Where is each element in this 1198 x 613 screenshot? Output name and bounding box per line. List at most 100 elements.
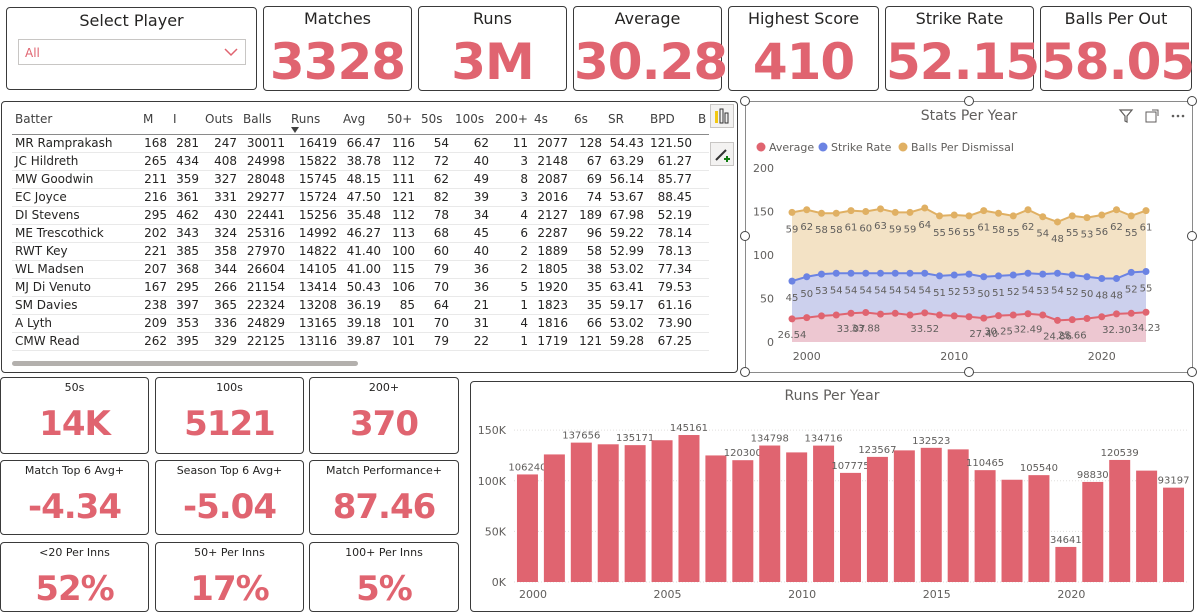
col-header-balls[interactable]: Balls [240, 104, 288, 135]
resize-handle[interactable] [740, 96, 750, 106]
kpi-value: 370 [350, 404, 419, 444]
col-header-b[interactable]: B [694, 104, 710, 135]
data-point [1142, 268, 1150, 276]
table-row[interactable]: SM Davies 238 397 365 22324 13208 36.19 85 64 21 1… [12, 296, 710, 315]
resize-handle[interactable] [1187, 96, 1197, 106]
table-cell: 100 [384, 242, 418, 261]
stats-per-year-chart[interactable]: Stats Per Year Average Strike Rate Balls P… [745, 101, 1193, 373]
filter-icon[interactable] [1118, 108, 1134, 124]
bpd-data-label: 61 [845, 223, 858, 234]
table-cell [694, 188, 710, 207]
table-row[interactable]: MJ Di Venuto 167 295 266 21154 13414 50.43 106 7… [12, 278, 710, 297]
kpi-value: 52% [35, 569, 114, 609]
data-point [950, 271, 958, 279]
table-cell [694, 152, 710, 171]
data-point [1127, 212, 1135, 220]
runs-per-year-chart[interactable]: Runs Per Year 0K 50K 100K 150K 106240 137656 1… [470, 381, 1194, 612]
table-row[interactable]: A Lyth 209 353 336 24829 13165 39.18 101 70 31 4 18… [12, 314, 710, 333]
col-header-50s[interactable]: 50s [418, 104, 452, 135]
table-cell: 11 [492, 134, 531, 153]
avg-data-label: 25.66 [1058, 331, 1087, 342]
data-point [1039, 213, 1047, 221]
table-cell: 36 [452, 260, 492, 279]
data-point [1142, 207, 1150, 215]
col-header-runs[interactable]: Runs [288, 104, 340, 135]
resize-handle[interactable] [740, 231, 750, 241]
kpi-title: Season Top 6 Avg+ [176, 464, 283, 477]
table-cell: 30011 [240, 134, 288, 153]
resize-handle[interactable] [1187, 231, 1197, 241]
table-cell: 22 [452, 332, 492, 351]
table-cell: 4 [492, 314, 531, 333]
paint-brush-icon [715, 149, 730, 162]
col-header-i[interactable]: I [170, 104, 202, 135]
kpi-title: 100s [216, 381, 243, 394]
table-row[interactable]: MR Ramprakash 168 281 247 30011 16419 66.47 116… [12, 134, 710, 153]
bar-data-label: 93197 [1158, 476, 1190, 487]
col-header-m[interactable]: M [140, 104, 170, 135]
table-row[interactable]: CMW Read 262 395 329 22125 13116 39.87 101 79 22 1… [12, 332, 710, 351]
table-row[interactable]: MW Goodwin 211 359 327 28048 15745 48.15 111 62 4… [12, 170, 710, 189]
table-cell: 106 [384, 278, 418, 297]
data-point [965, 270, 973, 278]
bar [920, 447, 942, 582]
col-header-100s[interactable]: 100s [452, 104, 492, 135]
bpd-data-label: 64 [918, 220, 931, 231]
table-cell: 22125 [240, 332, 288, 351]
resize-handle[interactable] [740, 367, 750, 377]
data-point [1113, 206, 1120, 214]
data-point [936, 311, 943, 319]
kpi-season-top6-avg: Season Top 6 Avg+ -5.04 [155, 460, 304, 535]
col-header-200plus[interactable]: 200+ [492, 104, 531, 135]
data-point [1083, 214, 1091, 222]
table-cell: 47.50 [340, 188, 384, 207]
table-row[interactable]: RWT Key 221 385 358 27970 14822 41.40 100 60 40 2 1… [12, 242, 710, 261]
col-header-sr[interactable]: SR [604, 104, 647, 135]
table-cell: 22441 [240, 206, 288, 225]
table-cell: 2 [492, 260, 531, 279]
kpi-value: -4.34 [28, 487, 122, 527]
table-cell: 29277 [240, 188, 288, 207]
sort-desc-icon [291, 126, 299, 133]
col-header-batter[interactable]: Batter [12, 104, 140, 135]
player-dropdown[interactable]: All [18, 39, 246, 65]
batter-name-cell: JC Hildreth [12, 152, 140, 171]
table-cell: 22324 [240, 296, 288, 315]
table-row[interactable]: ME Trescothick 202 343 324 25316 14992 46.27 11… [12, 224, 710, 243]
col-header-50plus[interactable]: 50+ [384, 104, 418, 135]
col-header-4s[interactable]: 4s [530, 104, 571, 135]
table-cell: 31 [452, 314, 492, 333]
table-cell: 67 [570, 152, 605, 171]
table-visual-button[interactable] [710, 104, 734, 128]
data-point [818, 270, 825, 278]
resize-handle[interactable] [1187, 367, 1197, 377]
format-visual-button[interactable] [710, 142, 734, 166]
data-point [1054, 218, 1061, 226]
table-cell [694, 278, 710, 297]
col-header-outs[interactable]: Outs [202, 104, 240, 135]
sr-data-label: 53 [963, 286, 976, 297]
table-cell: 238 [140, 296, 170, 315]
table-cell: 82 [418, 188, 452, 207]
col-header-6s[interactable]: 6s [570, 104, 605, 135]
data-point [803, 206, 811, 214]
horizontal-scrollbar[interactable] [12, 361, 358, 366]
table-row[interactable]: DI Stevens 295 462 430 22441 15256 35.48 112 78 3… [12, 206, 710, 225]
resize-handle[interactable] [964, 96, 974, 106]
data-point [847, 309, 855, 317]
table-cell: 6 [492, 224, 531, 243]
resize-handle[interactable] [964, 367, 974, 377]
col-header-avg[interactable]: Avg [340, 104, 384, 135]
data-point [906, 311, 914, 319]
table-row[interactable]: JC Hildreth 265 434 408 24998 15822 38.78 112 72… [12, 152, 710, 171]
kpi-200plus: 200+ 370 [309, 377, 459, 454]
sr-data-label: 51 [933, 288, 946, 299]
data-point [1113, 274, 1120, 282]
table-row[interactable]: EC Joyce 216 361 331 29277 15724 47.50 121 82 39 3… [12, 188, 710, 207]
more-options-icon[interactable] [1170, 108, 1186, 124]
col-header-bpd[interactable]: BPD [646, 104, 695, 135]
table-row[interactable]: WL Madsen 207 368 344 26604 14105 41.00 115 79 36… [12, 260, 710, 279]
y-tick-label: 50 [760, 293, 774, 306]
focus-mode-icon[interactable] [1144, 108, 1160, 124]
table-cell: 2016 [530, 188, 571, 207]
